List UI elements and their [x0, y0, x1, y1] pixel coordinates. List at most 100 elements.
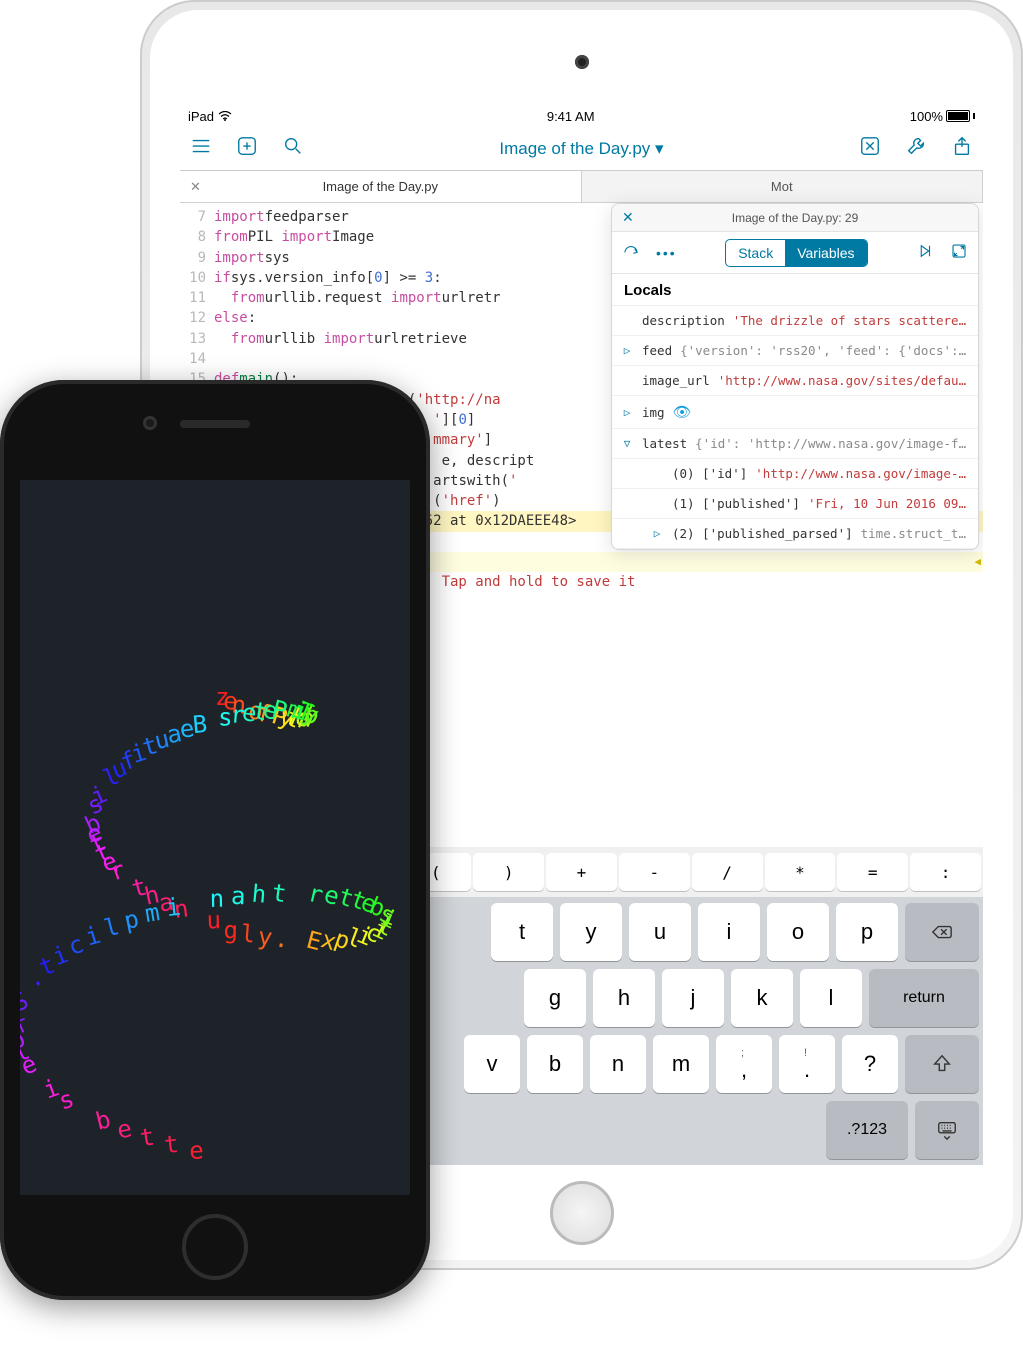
- menu-icon[interactable]: [190, 135, 212, 163]
- key-hide-keyboard[interactable]: [915, 1101, 979, 1159]
- key-shift[interactable]: [905, 1035, 979, 1093]
- key-extra[interactable]: :: [910, 853, 981, 891]
- key[interactable]: !.: [779, 1035, 835, 1093]
- spiral-char: n: [209, 885, 224, 913]
- debugger-titlebar: ✕ Image of the Day.py: 29: [612, 204, 978, 232]
- variable-child-row[interactable]: ▷(2) ['published_parsed'] time.struct_ti…: [612, 519, 978, 549]
- key[interactable]: p: [836, 903, 898, 961]
- key[interactable]: g: [524, 969, 586, 1027]
- spiral-char: e: [20, 1049, 41, 1080]
- key[interactable]: i: [698, 903, 760, 961]
- key-extra[interactable]: =: [837, 853, 908, 891]
- key[interactable]: o: [767, 903, 829, 961]
- tab-label: Mot: [771, 179, 793, 194]
- key[interactable]: t: [491, 903, 553, 961]
- variable-row[interactable]: image_url 'http://www.nasa.gov/sites/def…: [612, 366, 978, 396]
- tab-other[interactable]: Mot: [582, 171, 984, 202]
- spiral-char: l: [101, 912, 122, 943]
- ipad-camera: [575, 55, 589, 69]
- carrier-label: iPad: [188, 109, 214, 124]
- debugger-title: Image of the Day.py: 29: [732, 211, 859, 225]
- document-title[interactable]: Image of the Day.py ▾: [304, 139, 859, 159]
- key[interactable]: l: [800, 969, 862, 1027]
- spiral-char: s: [218, 703, 233, 731]
- step-over-icon[interactable]: [622, 242, 640, 263]
- iphone-speaker: [180, 420, 250, 428]
- more-icon[interactable]: •••: [656, 245, 677, 261]
- variable-child-row[interactable]: (1) ['published'] 'Fri, 10 Jun 2016 09:5…: [612, 489, 978, 519]
- editor-tabs: ✕ Image of the Day.py Mot: [180, 171, 983, 203]
- continue-icon[interactable]: [916, 242, 934, 263]
- spiral-char: l: [240, 920, 257, 949]
- key[interactable]: k: [731, 969, 793, 1027]
- spiral-char: i: [82, 920, 104, 951]
- stack-variables-segmented: Stack Variables: [725, 239, 867, 267]
- spiral-char: .: [273, 924, 292, 954]
- expand-icon[interactable]: [950, 242, 968, 263]
- spiral-char: t: [270, 878, 288, 908]
- spiral-char: e: [115, 1114, 135, 1144]
- share-icon[interactable]: [951, 135, 973, 163]
- spiral-char: t: [138, 1123, 156, 1153]
- spiral-char: h: [251, 880, 268, 909]
- battery-icon: [946, 110, 970, 122]
- key[interactable]: ;,: [716, 1035, 772, 1093]
- status-time: 9:41 AM: [547, 109, 595, 124]
- iphone-home-button[interactable]: [182, 1214, 248, 1280]
- battery-label: 100%: [910, 109, 943, 124]
- key[interactable]: y: [560, 903, 622, 961]
- spiral-char: r: [106, 855, 129, 886]
- key[interactable]: v: [464, 1035, 520, 1093]
- key[interactable]: n: [590, 1035, 646, 1093]
- status-battery: 100%: [910, 109, 975, 124]
- close-icon[interactable]: ✕: [190, 179, 201, 195]
- key-return[interactable]: return: [869, 969, 979, 1027]
- tab-label: Image of the Day.py: [323, 179, 438, 194]
- iphone-screen: zen of Python, by Tim Peters Beautiful i…: [20, 480, 410, 1195]
- debugger-panel: ✕ Image of the Day.py: 29 ••• Stack Vari…: [611, 203, 979, 550]
- iphone-device: zen of Python, by Tim Peters Beautiful i…: [0, 380, 430, 1300]
- spiral-char: g: [223, 916, 238, 944]
- eye-icon[interactable]: 👁: [673, 403, 692, 421]
- key[interactable]: j: [662, 969, 724, 1027]
- key[interactable]: b: [527, 1035, 583, 1093]
- add-icon[interactable]: [236, 135, 258, 163]
- key-extra[interactable]: -: [619, 853, 690, 891]
- key-extra[interactable]: +: [546, 853, 617, 891]
- wrench-icon[interactable]: [905, 135, 927, 163]
- key[interactable]: [905, 903, 979, 961]
- key-extra[interactable]: ): [473, 853, 544, 891]
- spiral-char: i: [165, 893, 182, 922]
- variable-row[interactable]: description 'The drizzle of stars scatte…: [612, 306, 978, 336]
- key[interactable]: m: [653, 1035, 709, 1093]
- key-extra[interactable]: *: [765, 853, 836, 891]
- key[interactable]: u: [629, 903, 691, 961]
- key[interactable]: ?: [842, 1035, 898, 1093]
- variable-child-row[interactable]: (0) ['id'] 'http://www.nasa.gov/image-fe…: [612, 459, 978, 489]
- variable-row[interactable]: ▽latest {'id': 'http://www.nasa.gov/imag…: [612, 429, 978, 459]
- key-extra[interactable]: /: [692, 853, 763, 891]
- clear-icon[interactable]: [859, 135, 881, 163]
- spiral-char: e: [189, 1136, 205, 1165]
- variable-row[interactable]: ▷img 👁: [612, 396, 978, 429]
- wifi-icon: [218, 109, 232, 124]
- search-icon[interactable]: [282, 135, 304, 163]
- key-numbers[interactable]: .?123: [826, 1101, 908, 1159]
- main-toolbar: Image of the Day.py ▾: [180, 127, 983, 171]
- key[interactable]: h: [593, 969, 655, 1027]
- spiral-char: a: [230, 882, 245, 911]
- iphone-camera: [143, 416, 157, 430]
- spiral-char: b: [93, 1105, 114, 1136]
- tab-active[interactable]: ✕ Image of the Day.py: [180, 171, 582, 202]
- status-bar: iPad 9:41 AM 100%: [180, 105, 983, 127]
- segment-stack[interactable]: Stack: [726, 240, 785, 266]
- segment-variables[interactable]: Variables: [785, 240, 866, 266]
- spiral-char: p: [122, 905, 142, 935]
- close-icon[interactable]: ✕: [622, 209, 634, 226]
- ipad-home-button[interactable]: [550, 1181, 614, 1245]
- variable-row[interactable]: ▷feed {'version': 'rss20', 'feed': {'doc…: [612, 336, 978, 366]
- spiral-char: y: [256, 922, 274, 952]
- spiral-canvas: zen of Python, by Tim Peters Beautiful i…: [20, 480, 410, 1195]
- spiral-char: t: [163, 1130, 180, 1159]
- locals-header: Locals: [612, 274, 978, 306]
